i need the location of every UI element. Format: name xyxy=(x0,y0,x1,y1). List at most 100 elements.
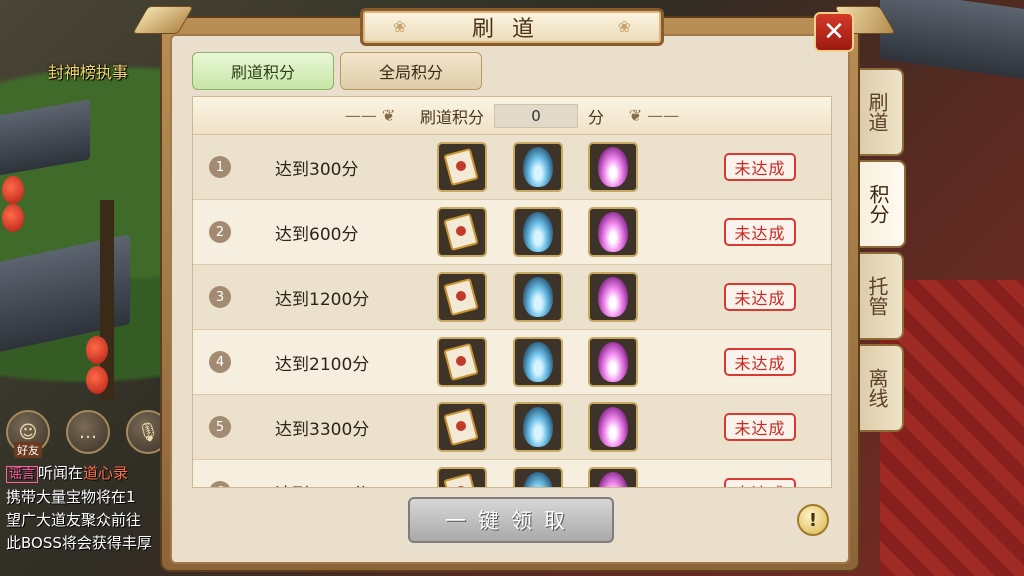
reward-item-blue-flame[interactable] xyxy=(513,467,563,487)
event-npc-label[interactable]: 封神榜执事 xyxy=(48,59,128,83)
reward-item-scroll[interactable] xyxy=(437,272,487,322)
reward-item-blue-flame[interactable] xyxy=(513,402,563,452)
row-requirement: 达到4800分 xyxy=(275,480,369,488)
row-index-badge: 3 xyxy=(209,286,231,308)
close-icon: ✕ xyxy=(823,17,845,47)
reward-item-pink-flame[interactable] xyxy=(588,467,638,487)
side-tab-points[interactable]: 积分 xyxy=(852,160,906,248)
scroll-icon xyxy=(443,277,481,317)
reward-item-blue-flame[interactable] xyxy=(513,337,563,387)
scroll-icon xyxy=(443,472,481,487)
tab-shuadao-points[interactable]: 刷道积分 xyxy=(192,52,334,90)
reward-item-pink-flame[interactable] xyxy=(588,402,638,452)
pink-flame-icon xyxy=(598,212,628,252)
reward-list[interactable]: —— ❦ 刷道积分 0 分 ❦ —— 1 达到300分 未达成 2 达到600分… xyxy=(192,96,832,488)
blue-flame-icon xyxy=(523,277,553,317)
reward-item-pink-flame[interactable] xyxy=(588,207,638,257)
row-requirement: 达到600分 xyxy=(275,224,359,245)
reward-item-scroll[interactable] xyxy=(437,467,487,487)
blue-flame-icon xyxy=(523,147,553,187)
lantern-decoration xyxy=(86,336,108,364)
reward-rows: 1 达到300分 未达成 2 达到600分 未达成 3 达到1200分 未达成 … xyxy=(193,135,831,488)
reward-row: 5 达到3300分 未达成 xyxy=(193,395,831,460)
points-value: 0 xyxy=(494,103,578,128)
row-requirement: 达到300分 xyxy=(275,159,359,180)
ornament-left-icon: —— ❦ xyxy=(344,106,396,125)
claim-all-button[interactable]: 一键领取 xyxy=(408,497,614,543)
reward-item-scroll[interactable] xyxy=(437,337,487,387)
info-icon[interactable]: ! xyxy=(797,504,829,536)
panel-title-text: 刷道 xyxy=(471,17,552,42)
scroll-icon xyxy=(443,147,481,187)
chat-channel-tag: 谣言 xyxy=(6,466,39,483)
points-label: 刷道积分 xyxy=(419,107,484,127)
reward-item-blue-flame[interactable] xyxy=(513,142,563,192)
row-requirement: 达到2100分 xyxy=(275,354,370,375)
lantern-decoration xyxy=(2,204,24,232)
status-badge: 未达成 xyxy=(724,478,796,487)
reward-row: 1 达到300分 未达成 xyxy=(193,135,831,200)
status-badge: 未达成 xyxy=(724,218,796,246)
reward-item-blue-flame[interactable] xyxy=(513,207,563,257)
reward-item-scroll[interactable] xyxy=(437,142,487,192)
side-tab-label: 积分 xyxy=(866,184,890,224)
reward-item-scroll[interactable] xyxy=(437,402,487,452)
row-requirement: 达到3300分 xyxy=(275,419,370,440)
chat-line: 望广大道友聚众前往 xyxy=(6,511,142,529)
chat-highlight: 道心录 xyxy=(83,464,129,482)
scroll-icon xyxy=(443,342,481,382)
points-unit: 分 xyxy=(588,107,605,127)
blue-flame-icon xyxy=(523,407,553,447)
row-index-badge: 2 xyxy=(209,221,231,243)
pink-flame-icon xyxy=(598,147,628,187)
pink-flame-icon xyxy=(598,277,628,317)
reward-item-blue-flame[interactable] xyxy=(513,272,563,322)
reward-row: 4 达到2100分 未达成 xyxy=(193,330,831,395)
row-index-badge: 6 xyxy=(209,481,231,487)
status-badge: 未达成 xyxy=(724,153,796,181)
points-header: —— ❦ 刷道积分 0 分 ❦ —— xyxy=(193,97,831,135)
pink-flame-icon xyxy=(598,342,628,382)
row-index-badge: 5 xyxy=(209,416,231,438)
reward-item-pink-flame[interactable] xyxy=(588,272,638,322)
blue-flame-icon xyxy=(523,212,553,252)
pink-flame-icon xyxy=(598,472,628,487)
reward-item-scroll[interactable] xyxy=(437,207,487,257)
row-index-badge: 4 xyxy=(209,351,231,373)
chat-bubble-icon[interactable]: … xyxy=(66,410,110,454)
chat-line: 此BOSS将会获得丰厚 xyxy=(6,534,152,552)
friends-label: 好友 xyxy=(14,442,42,458)
row-index-badge: 1 xyxy=(209,156,231,178)
panel-title: 刷道 xyxy=(360,8,664,46)
scroll-icon xyxy=(443,212,481,252)
side-tab-label: 托管 xyxy=(865,276,889,316)
row-requirement: 达到1200分 xyxy=(275,289,370,310)
chat-line: 谣言 听闻在道心录 xyxy=(6,462,166,486)
pink-flame-icon xyxy=(598,407,628,447)
chat-toolbar: ☺ 好友 … 🎙 xyxy=(6,410,170,458)
ornament-right-icon: ❦ —— xyxy=(628,106,680,125)
chat-line: 携带大量宝物将在1 xyxy=(6,488,136,506)
close-button[interactable]: ✕ xyxy=(814,12,854,52)
lantern-decoration xyxy=(86,366,108,394)
status-badge: 未达成 xyxy=(724,413,796,441)
scroll-icon xyxy=(443,407,481,447)
tab-bar: 刷道积分 全局积分 xyxy=(192,52,482,90)
status-badge: 未达成 xyxy=(724,283,796,311)
blue-flame-icon xyxy=(523,342,553,382)
reward-row: 2 达到600分 未达成 xyxy=(193,200,831,265)
friends-glyph: ☺ xyxy=(18,421,38,443)
chat-text: 听闻在 xyxy=(38,464,84,482)
reward-row: 3 达到1200分 未达成 xyxy=(193,265,831,330)
chat-log[interactable]: 谣言 听闻在道心录 携带大量宝物将在1 望广大道友聚众前往 此BOSS将会获得丰厚 xyxy=(6,462,166,555)
friends-icon[interactable]: ☺ 好友 xyxy=(6,410,50,458)
side-tab-label: 刷道 xyxy=(865,92,889,132)
reward-row: 6 达到4800分 未达成 xyxy=(193,460,831,488)
lantern-decoration xyxy=(2,176,24,204)
reward-item-pink-flame[interactable] xyxy=(588,142,638,192)
blue-flame-icon xyxy=(523,472,553,487)
side-tab-label: 离线 xyxy=(865,368,889,408)
tab-global-points[interactable]: 全局积分 xyxy=(340,52,482,90)
reward-item-pink-flame[interactable] xyxy=(588,337,638,387)
status-badge: 未达成 xyxy=(724,348,796,376)
